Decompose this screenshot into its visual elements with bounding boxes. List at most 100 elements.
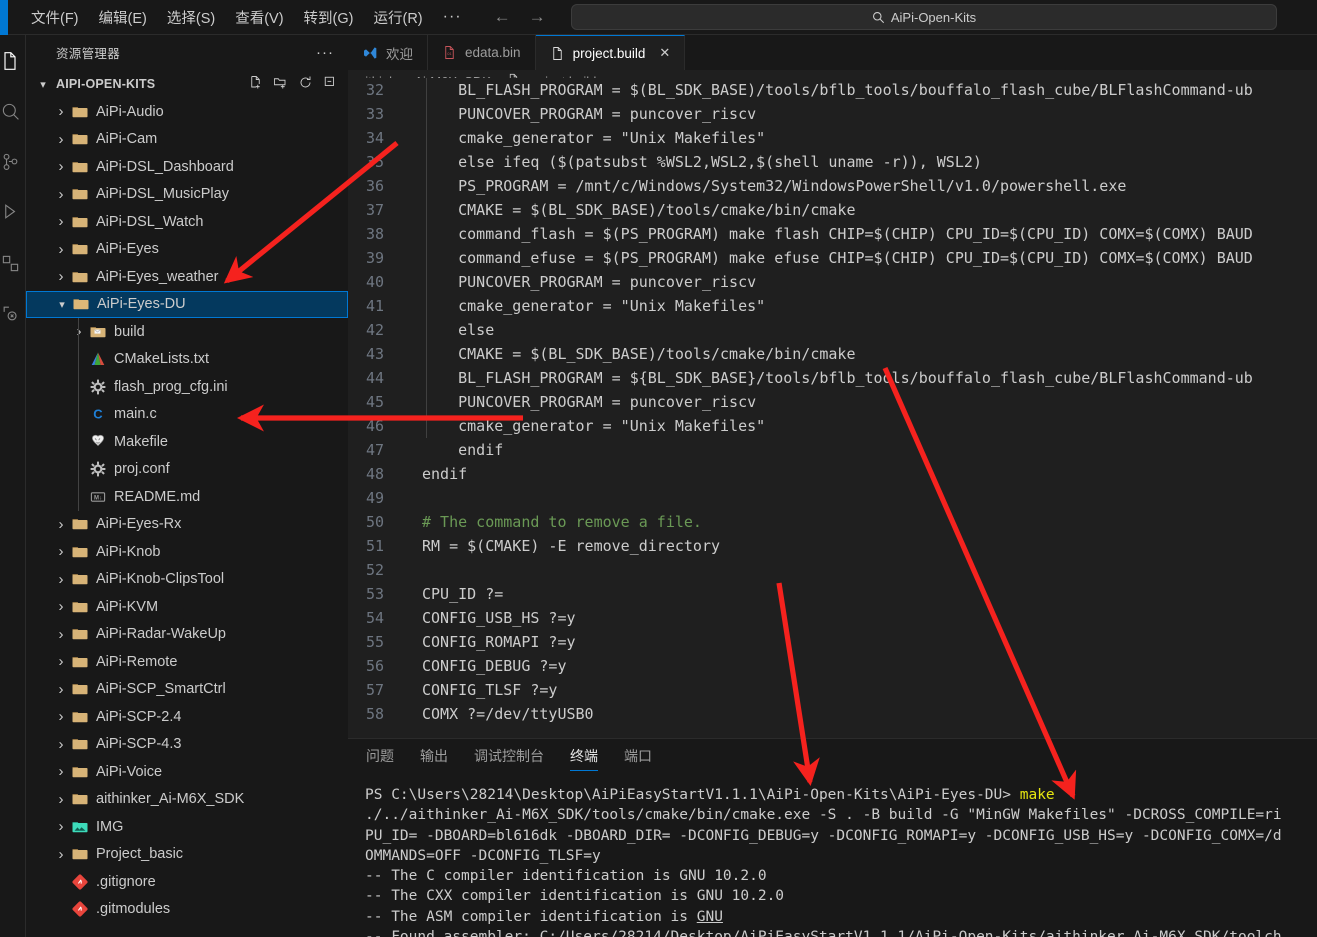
tree-item-aipi-scp-4-3[interactable]: › AiPi-SCP-4.3 bbox=[26, 731, 348, 759]
activity-extensions-icon[interactable] bbox=[0, 247, 26, 279]
panel-tab-4[interactable]: 端口 bbox=[624, 739, 652, 773]
command-center-search[interactable]: AiPi-Open-Kits bbox=[571, 4, 1277, 30]
tree-item-proj-conf[interactable]: proj.conf bbox=[26, 456, 348, 484]
tree-item-aithinker-ai-m6x-sdk[interactable]: › aithinker_Ai-M6X_SDK bbox=[26, 786, 348, 814]
menu-bar[interactable]: 文件(F) 编辑(E) 选择(S) 查看(V) 转到(G) 运行(R) bbox=[8, 3, 433, 32]
tree-item-aipi-radar-wakeup[interactable]: › AiPi-Radar-WakeUp bbox=[26, 621, 348, 649]
chevron-right-icon[interactable]: › bbox=[52, 213, 70, 230]
tree-item-aipi-eyes-weather[interactable]: › AiPi-Eyes_weather bbox=[26, 263, 348, 291]
panel-tab-bar[interactable]: 问题 输出 调试控制台 终端 端口 bbox=[348, 739, 1317, 773]
code-content[interactable]: 32 BL_FLASH_PROGRAM = $(BL_SDK_BASE)/too… bbox=[348, 78, 1317, 724]
panel-tab-1[interactable]: 输出 bbox=[420, 739, 448, 773]
tree-item-aipi-dsl-watch[interactable]: › AiPi-DSL_Watch bbox=[26, 208, 348, 236]
chevron-right-icon[interactable]: › bbox=[52, 763, 70, 780]
menu-item-4[interactable]: 转到(G) bbox=[295, 3, 363, 32]
chevron-right-icon[interactable]: › bbox=[52, 543, 70, 560]
vscode-logo-icon bbox=[362, 45, 378, 61]
menu-item-3[interactable]: 查看(V) bbox=[226, 3, 292, 32]
chevron-right-icon[interactable]: › bbox=[52, 131, 70, 148]
terminal-output[interactable]: PS C:\Users\28214\Desktop\AiPiEasyStartV… bbox=[348, 773, 1317, 937]
new-folder-icon[interactable] bbox=[273, 75, 288, 93]
tree-item-aipi-eyes-du[interactable]: ▾ AiPi-Eyes-DU bbox=[26, 290, 348, 318]
close-icon[interactable]: ✕ bbox=[659, 45, 670, 61]
activity-explorer-icon[interactable] bbox=[0, 45, 33, 77]
tree-item-aipi-kvm[interactable]: › AiPi-KVM bbox=[26, 593, 348, 621]
tree-item-aipi-dsl-musicplay[interactable]: › AiPi-DSL_MusicPlay bbox=[26, 181, 348, 209]
chevron-right-icon[interactable]: › bbox=[52, 186, 70, 203]
tree-item-makefile[interactable]: Makefile bbox=[26, 428, 348, 456]
tree-item-gitignore[interactable]: .gitignore bbox=[26, 868, 348, 896]
tree-item-aipi-knob[interactable]: › AiPi-Knob bbox=[26, 538, 348, 566]
chevron-right-icon[interactable]: › bbox=[52, 158, 70, 175]
chevron-right-icon[interactable]: › bbox=[52, 268, 70, 285]
arrow-right-icon[interactable]: → bbox=[529, 7, 546, 27]
code-line: 57 CONFIG_TLSF ?=y bbox=[348, 678, 1317, 702]
tree-item-readme-md[interactable]: M↓ README.md bbox=[26, 483, 348, 511]
explorer-more-actions-button[interactable]: ··· bbox=[316, 44, 334, 61]
tree-item-aipi-cam[interactable]: › AiPi-Cam bbox=[26, 126, 348, 154]
tree-item-aipi-dsl-dashboard[interactable]: › AiPi-DSL_Dashboard bbox=[26, 153, 348, 181]
tree-item-aipi-eyes[interactable]: › AiPi-Eyes bbox=[26, 236, 348, 264]
chevron-right-icon[interactable]: › bbox=[52, 708, 70, 725]
menu-item-5[interactable]: 运行(R) bbox=[364, 3, 431, 32]
chevron-down-icon[interactable]: ▾ bbox=[53, 298, 71, 311]
chevron-right-icon[interactable]: › bbox=[52, 791, 70, 808]
chevron-right-icon[interactable]: › bbox=[70, 323, 88, 340]
file-tree[interactable]: › AiPi-Audio › AiPi-Cam › AiPi-DSL_Dashboard ›… bbox=[26, 98, 348, 923]
editor-tab-bar[interactable]: 欢迎 01 edata.bin project.build ✕ bbox=[348, 35, 1317, 70]
tree-item-project-basic[interactable]: › Project_basic bbox=[26, 841, 348, 869]
new-file-icon[interactable] bbox=[248, 75, 263, 93]
chevron-right-icon[interactable]: › bbox=[52, 818, 70, 835]
menu-item-0[interactable]: 文件(F) bbox=[22, 3, 88, 32]
editor-tab-edata-bin[interactable]: 01 edata.bin bbox=[428, 35, 536, 70]
chevron-right-icon[interactable]: › bbox=[52, 653, 70, 670]
editor-tab-[interactable]: 欢迎 bbox=[348, 35, 428, 70]
chevron-right-icon[interactable]: › bbox=[52, 626, 70, 643]
chevron-right-icon[interactable]: › bbox=[52, 516, 70, 533]
explorer-sidebar: 资源管理器 ··· ▾ AIPI-OPEN-KITS › AiPi-Audio … bbox=[26, 35, 348, 937]
tree-item-aipi-audio[interactable]: › AiPi-Audio bbox=[26, 98, 348, 126]
arrow-left-icon[interactable]: ← bbox=[494, 7, 511, 27]
tree-item-aipi-remote[interactable]: › AiPi-Remote bbox=[26, 648, 348, 676]
navigation-arrows: ← → bbox=[494, 7, 546, 27]
chevron-right-icon[interactable]: › bbox=[52, 598, 70, 615]
chevron-right-icon[interactable]: › bbox=[52, 736, 70, 753]
folder-icon bbox=[70, 517, 90, 531]
activity-remote-explorer-icon[interactable] bbox=[0, 297, 26, 329]
chevron-right-icon[interactable]: › bbox=[52, 103, 70, 120]
tree-item-aipi-voice[interactable]: › AiPi-Voice bbox=[26, 758, 348, 786]
tree-item-aipi-knob-clipstool[interactable]: › AiPi-Knob-ClipsTool bbox=[26, 566, 348, 594]
terminal-text: -- The ASM compiler identification is bbox=[365, 908, 697, 925]
activity-search-icon[interactable] bbox=[0, 95, 26, 127]
tree-item-build[interactable]: › build bbox=[26, 318, 348, 346]
chevron-down-icon[interactable]: ▾ bbox=[34, 78, 52, 91]
tree-item-aipi-eyes-rx[interactable]: › AiPi-Eyes-Rx bbox=[26, 511, 348, 539]
code-line: 56 CONFIG_DEBUG ?=y bbox=[348, 654, 1317, 678]
chevron-right-icon[interactable]: › bbox=[52, 571, 70, 588]
tree-item-img[interactable]: › IMG bbox=[26, 813, 348, 841]
folder-icon bbox=[70, 187, 90, 201]
search-icon bbox=[872, 11, 884, 23]
menu-item-2[interactable]: 选择(S) bbox=[158, 3, 224, 32]
menu-more-button[interactable]: ··· bbox=[433, 8, 472, 26]
panel-tab-3[interactable]: 终端 bbox=[570, 739, 598, 773]
tree-item-cmakelists-txt[interactable]: CMakeLists.txt bbox=[26, 346, 348, 374]
activity-run-debug-icon[interactable] bbox=[0, 195, 26, 227]
chevron-right-icon[interactable]: › bbox=[52, 241, 70, 258]
workspace-root-row[interactable]: ▾ AIPI-OPEN-KITS bbox=[26, 70, 348, 98]
chevron-right-icon[interactable]: › bbox=[52, 681, 70, 698]
activity-source-control-icon[interactable] bbox=[0, 145, 26, 177]
tree-item-aipi-scp-2-4[interactable]: › AiPi-SCP-2.4 bbox=[26, 703, 348, 731]
refresh-icon[interactable] bbox=[298, 75, 313, 93]
line-number: 56 bbox=[365, 657, 384, 675]
menu-item-1[interactable]: 编辑(E) bbox=[90, 3, 156, 32]
panel-tab-0[interactable]: 问题 bbox=[366, 739, 394, 773]
panel-tab-2[interactable]: 调试控制台 bbox=[474, 739, 544, 773]
chevron-right-icon[interactable]: › bbox=[52, 846, 70, 863]
tree-item-aipi-scp-smartctrl[interactable]: › AiPi-SCP_SmartCtrl bbox=[26, 676, 348, 704]
tree-item-flash-prog-cfg-ini[interactable]: flash_prog_cfg.ini bbox=[26, 373, 348, 401]
collapse-all-icon[interactable] bbox=[323, 75, 338, 93]
tree-item-main-c[interactable]: Cmain.c bbox=[26, 401, 348, 429]
editor-tab-project-build[interactable]: project.build ✕ bbox=[535, 35, 686, 70]
tree-item-gitmodules[interactable]: .gitmodules bbox=[26, 896, 348, 924]
